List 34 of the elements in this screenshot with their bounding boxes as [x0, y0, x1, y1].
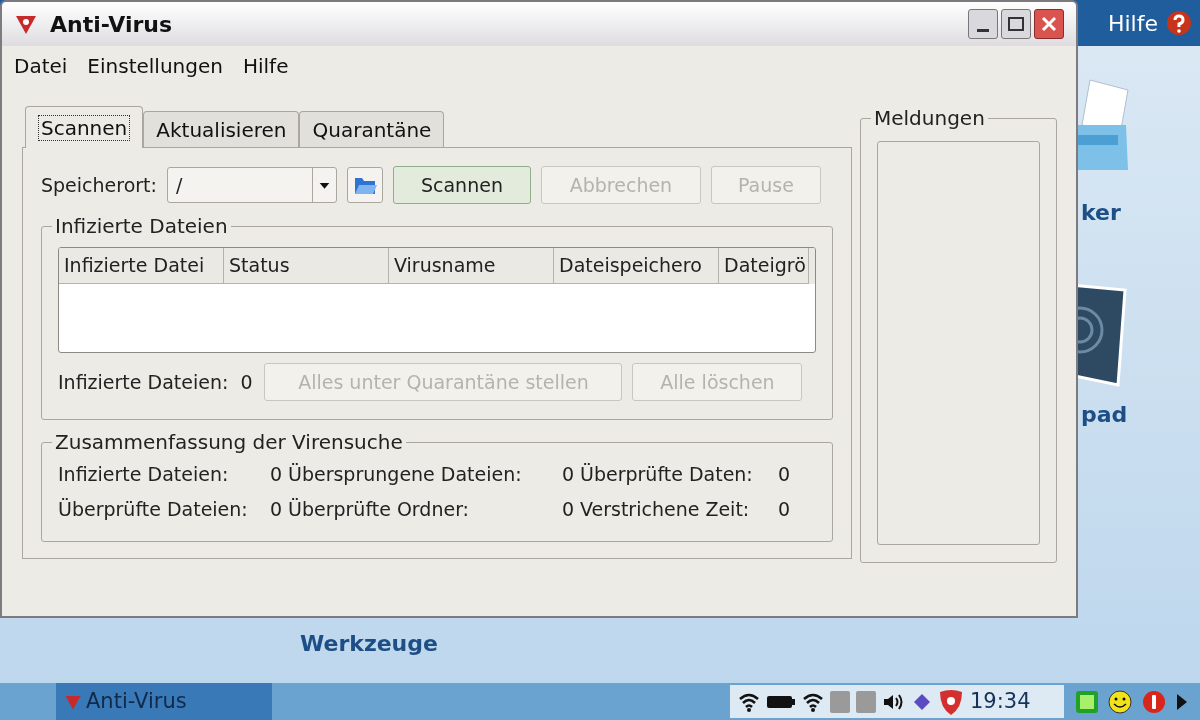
summary-label: Überprüfte Daten:: [580, 463, 754, 486]
column-header[interactable]: Virusname: [389, 248, 554, 284]
summary-label: Übersprungene Dateien:: [288, 463, 523, 486]
summary-value: 0: [268, 498, 282, 521]
help-link[interactable]: Hilfe: [1107, 6, 1158, 40]
button[interactable]: Scannen: [392, 166, 531, 204]
infected-count: 0: [240, 369, 253, 395]
desktop-icon-label[interactable]: ker: [1081, 196, 1121, 229]
summary-value: 0: [560, 463, 574, 486]
desktop-icon-label[interactable]: Werkzeuge: [300, 627, 438, 660]
tab[interactable]: Quarantäne: [299, 111, 445, 147]
column-header[interactable]: Status: [224, 248, 389, 284]
tab[interactable]: Aktualisieren: [143, 111, 300, 147]
summary-value: 0: [776, 463, 790, 486]
column-header[interactable]: Infizierte Datei: [59, 248, 224, 284]
clock[interactable]: 19:34: [970, 685, 1031, 718]
location-dropdown[interactable]: /: [166, 167, 337, 203]
infected-count-label: Infizierte Dateien:: [58, 369, 229, 395]
summary-label: Überprüfte Ordner:: [288, 498, 471, 521]
summary-label: Infizierte Dateien:: [58, 463, 230, 486]
summary-label: Überprüfte Dateien:: [58, 498, 249, 521]
menu-item[interactable]: Datei: [14, 51, 68, 81]
summary-value: 0: [776, 498, 790, 521]
column-header[interactable]: Dateigrö: [719, 248, 809, 284]
menu-item[interactable]: Hilfe: [242, 51, 289, 81]
menu-item[interactable]: Einstellungen: [87, 51, 223, 81]
location-label: Speicherort:: [41, 172, 157, 198]
tab[interactable]: Scannen: [25, 106, 144, 148]
column-header[interactable]: Dateispeichero: [554, 248, 719, 284]
window-title: Anti-Virus: [50, 10, 173, 39]
summary-label: Verstrichene Zeit:: [580, 498, 751, 521]
desktop-icon-label[interactable]: pad: [1081, 398, 1128, 431]
summary-value: 0: [268, 463, 282, 486]
summary-value: 0: [560, 498, 574, 521]
